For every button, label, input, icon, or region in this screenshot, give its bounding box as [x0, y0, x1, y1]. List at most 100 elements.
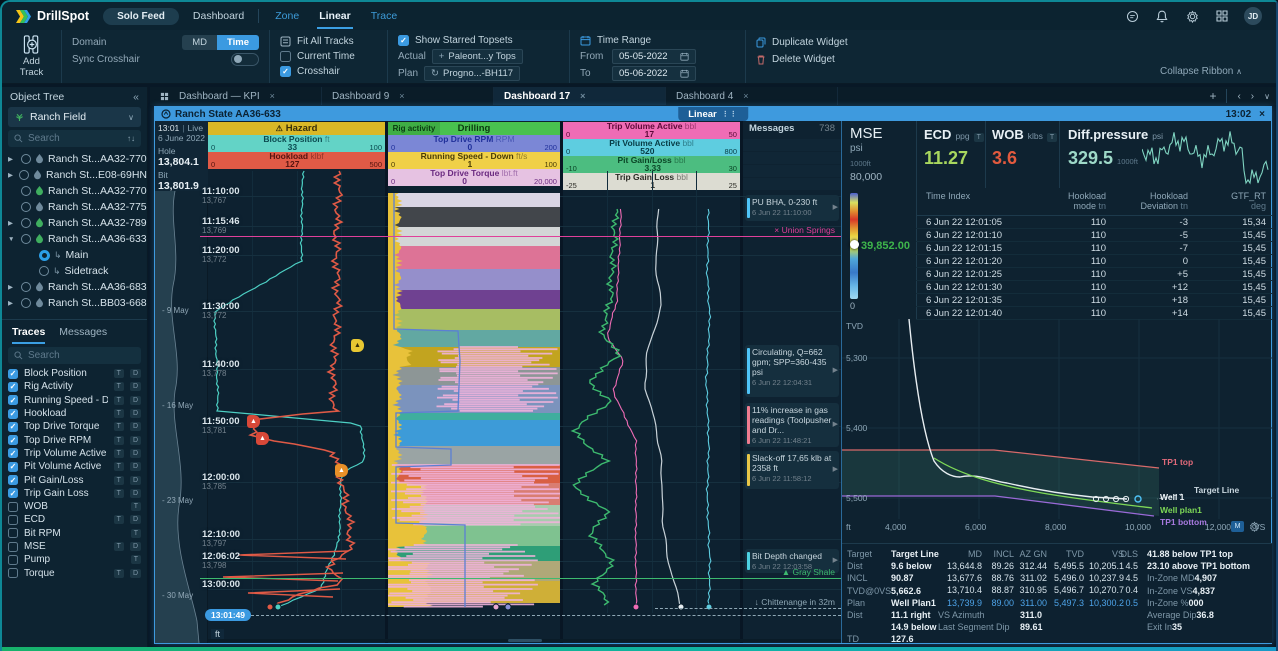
- drag-grip-icon[interactable]: ⋮⋮: [722, 110, 738, 118]
- trace-scope-badge[interactable]: T: [114, 515, 124, 524]
- trace-scope-badge[interactable]: T: [131, 555, 141, 564]
- scroll-tabs-right-icon[interactable]: ›: [1251, 91, 1254, 102]
- traces-search-input[interactable]: Search: [8, 347, 141, 364]
- trace-scope-badge[interactable]: D: [130, 476, 141, 485]
- dashboard-tab[interactable]: Dashboard 4×: [666, 87, 838, 105]
- trace-list-item[interactable]: ✓Pit Gain/LossTD: [2, 473, 147, 486]
- linear-chart-area[interactable]: 13:01 |Live 6 June2022 Hole 13,804.1 Bit…: [155, 121, 841, 643]
- message-card[interactable]: 11% increase in gas readings (Toolpusher…: [745, 403, 839, 447]
- chevron-right-icon[interactable]: ▶: [8, 171, 15, 179]
- tree-item[interactable]: ▶Ranch St...AA32-789: [2, 215, 147, 231]
- trace-checkbox[interactable]: ✓: [8, 422, 18, 432]
- tree-item[interactable]: Ranch St...AA32-770: [2, 183, 147, 199]
- trace-scope-badge[interactable]: D: [130, 409, 141, 418]
- chevron-right-icon[interactable]: ▶: [8, 219, 17, 227]
- tree-radio[interactable]: [39, 250, 50, 261]
- trace-scope-badge[interactable]: D: [130, 462, 141, 471]
- hazard-badge[interactable]: ▲: [351, 339, 364, 352]
- trace-checkbox[interactable]: ✓: [8, 462, 18, 472]
- table-column-header[interactable]: GTF_RT deg: [1188, 191, 1272, 211]
- table-column-header[interactable]: HookloadDeviation tn: [1106, 191, 1188, 211]
- trace-checkbox[interactable]: ✓: [8, 382, 18, 392]
- trace-checkbox[interactable]: ✓: [8, 475, 18, 485]
- kpi-scope-badge[interactable]: T: [1047, 133, 1057, 142]
- formation-marker-label[interactable]: × Union Springs: [774, 225, 835, 235]
- dashboard-tab[interactable]: Dashboard 9×: [322, 87, 494, 105]
- collapse-panel-icon[interactable]: «: [133, 91, 139, 103]
- trace-scope-badge[interactable]: D: [130, 382, 141, 391]
- trace-scope-badge[interactable]: T: [114, 462, 124, 471]
- tree-item[interactable]: ▶Ranch St...E08-69HN: [2, 167, 147, 183]
- formation-marker-label[interactable]: ▲ Gray Shale: [782, 567, 835, 577]
- close-widget-icon[interactable]: ×: [1259, 109, 1265, 120]
- trace-scope-badge[interactable]: D: [130, 542, 141, 551]
- trace-scope-badge[interactable]: T: [114, 542, 124, 551]
- horizontal-scrollbar[interactable]: [208, 639, 841, 642]
- trace-list-item[interactable]: ✓Rig ActivityTD: [2, 380, 147, 393]
- scroll-tabs-left-icon[interactable]: ‹: [1237, 91, 1240, 102]
- tree-radio[interactable]: [39, 266, 49, 276]
- tree-subitem[interactable]: ↳Main: [2, 247, 147, 263]
- table-row[interactable]: 6 Jun 22 12:01:20110015,45: [916, 255, 1272, 268]
- notifications-bell-icon[interactable]: [1154, 8, 1170, 24]
- chevron-right-icon[interactable]: ▶: [8, 155, 17, 163]
- tree-item[interactable]: ▶Ranch St...AA36-683: [2, 279, 147, 295]
- table-row[interactable]: 6 Jun 22 12:01:05110-315,34: [916, 216, 1272, 229]
- kpi-scope-badge[interactable]: T: [974, 133, 984, 142]
- trace-scope-badge[interactable]: T: [114, 476, 124, 485]
- message-card[interactable]: Circulating, Q=662 gpm; SPP=360-435 psi6…: [745, 345, 839, 397]
- trace-list-item[interactable]: ✓HookloadTD: [2, 407, 147, 420]
- message-expand-icon[interactable]: ▶: [833, 465, 838, 475]
- domain-time-option[interactable]: Time: [217, 35, 259, 50]
- table-row[interactable]: 6 Jun 22 12:01:30110+1215,45: [916, 281, 1272, 294]
- table-row[interactable]: 6 Jun 22 12:01:35110+1815,45: [916, 294, 1272, 307]
- trace-scope-badge[interactable]: T: [114, 396, 124, 405]
- trace-list-item[interactable]: ✓Trip Gain LossTD: [2, 487, 147, 500]
- dashboard-link[interactable]: Dashboard: [193, 10, 244, 22]
- chevron-right-icon[interactable]: ▶: [8, 299, 17, 307]
- comments-icon[interactable]: [1124, 8, 1140, 24]
- delete-widget-button[interactable]: Delete Widget: [756, 52, 886, 66]
- add-dashboard-icon[interactable]: +: [1209, 89, 1216, 103]
- trace-scope-badge[interactable]: T: [114, 569, 124, 578]
- trace-scope-badge[interactable]: T: [114, 436, 124, 445]
- tree-radio[interactable]: [19, 170, 29, 180]
- sync-crosshair-toggle[interactable]: [231, 53, 259, 66]
- tab-messages[interactable]: Messages: [59, 326, 107, 344]
- trace-scope-badge[interactable]: D: [130, 449, 141, 458]
- domain-md-option[interactable]: MD: [182, 35, 217, 50]
- show-starred-topsets-option[interactable]: ✓ Show Starred Topsets: [398, 35, 559, 46]
- trace-scope-badge[interactable]: D: [130, 369, 141, 378]
- trace-checkbox[interactable]: ✓: [8, 395, 18, 405]
- tree-radio[interactable]: [21, 202, 31, 212]
- add-track-button[interactable]: Add Track: [2, 30, 62, 83]
- trace-scope-badge[interactable]: D: [130, 396, 141, 405]
- view-tab-trace[interactable]: Trace: [369, 4, 399, 29]
- table-column-header[interactable]: Time Index: [916, 191, 1026, 211]
- gauge-marker-dot[interactable]: [850, 240, 859, 249]
- trace-list-item[interactable]: ✓Running Speed - Do...TD: [2, 394, 147, 407]
- apps-grid-icon[interactable]: [1214, 8, 1230, 24]
- tree-radio[interactable]: [21, 186, 31, 196]
- tree-item[interactable]: ▶Ranch St...AA32-770: [2, 151, 147, 167]
- tree-radio[interactable]: [21, 234, 31, 244]
- hazard-badge[interactable]: ▲: [335, 464, 348, 477]
- show-starred-checkbox[interactable]: ✓: [398, 35, 409, 46]
- table-column-header[interactable]: Hookloadmode tn: [1026, 191, 1106, 211]
- linear-view-button[interactable]: Linear ⋮⋮: [678, 107, 748, 121]
- trace-list-item[interactable]: ✓Top Drive RPMTD: [2, 433, 147, 446]
- trace-checkbox[interactable]: ✓: [8, 488, 18, 498]
- trace-scope-badge[interactable]: T: [114, 422, 124, 431]
- trace-checkbox[interactable]: [8, 542, 18, 552]
- trace-scope-badge[interactable]: D: [130, 436, 141, 445]
- solo-feed-button[interactable]: Solo Feed: [103, 8, 179, 25]
- tvd-chart[interactable]: TVD 5,3005,4005,5004,0006,0008,00010,000…: [842, 319, 1272, 543]
- time-minimap[interactable]: - 9 May- 16 May- 23 May- 30 May- 6 Jun: [155, 191, 208, 643]
- field-selector[interactable]: Ranch Field ∨: [8, 107, 141, 127]
- dashboard-tab[interactable]: Dashboard — KPI×: [150, 87, 322, 105]
- trace-scope-badge[interactable]: D: [130, 422, 141, 431]
- trace-scope-badge[interactable]: T: [114, 489, 124, 498]
- message-expand-icon[interactable]: ▶: [833, 556, 838, 566]
- trace-scope-badge[interactable]: D: [130, 489, 141, 498]
- settings-gear-icon[interactable]: [1184, 8, 1200, 24]
